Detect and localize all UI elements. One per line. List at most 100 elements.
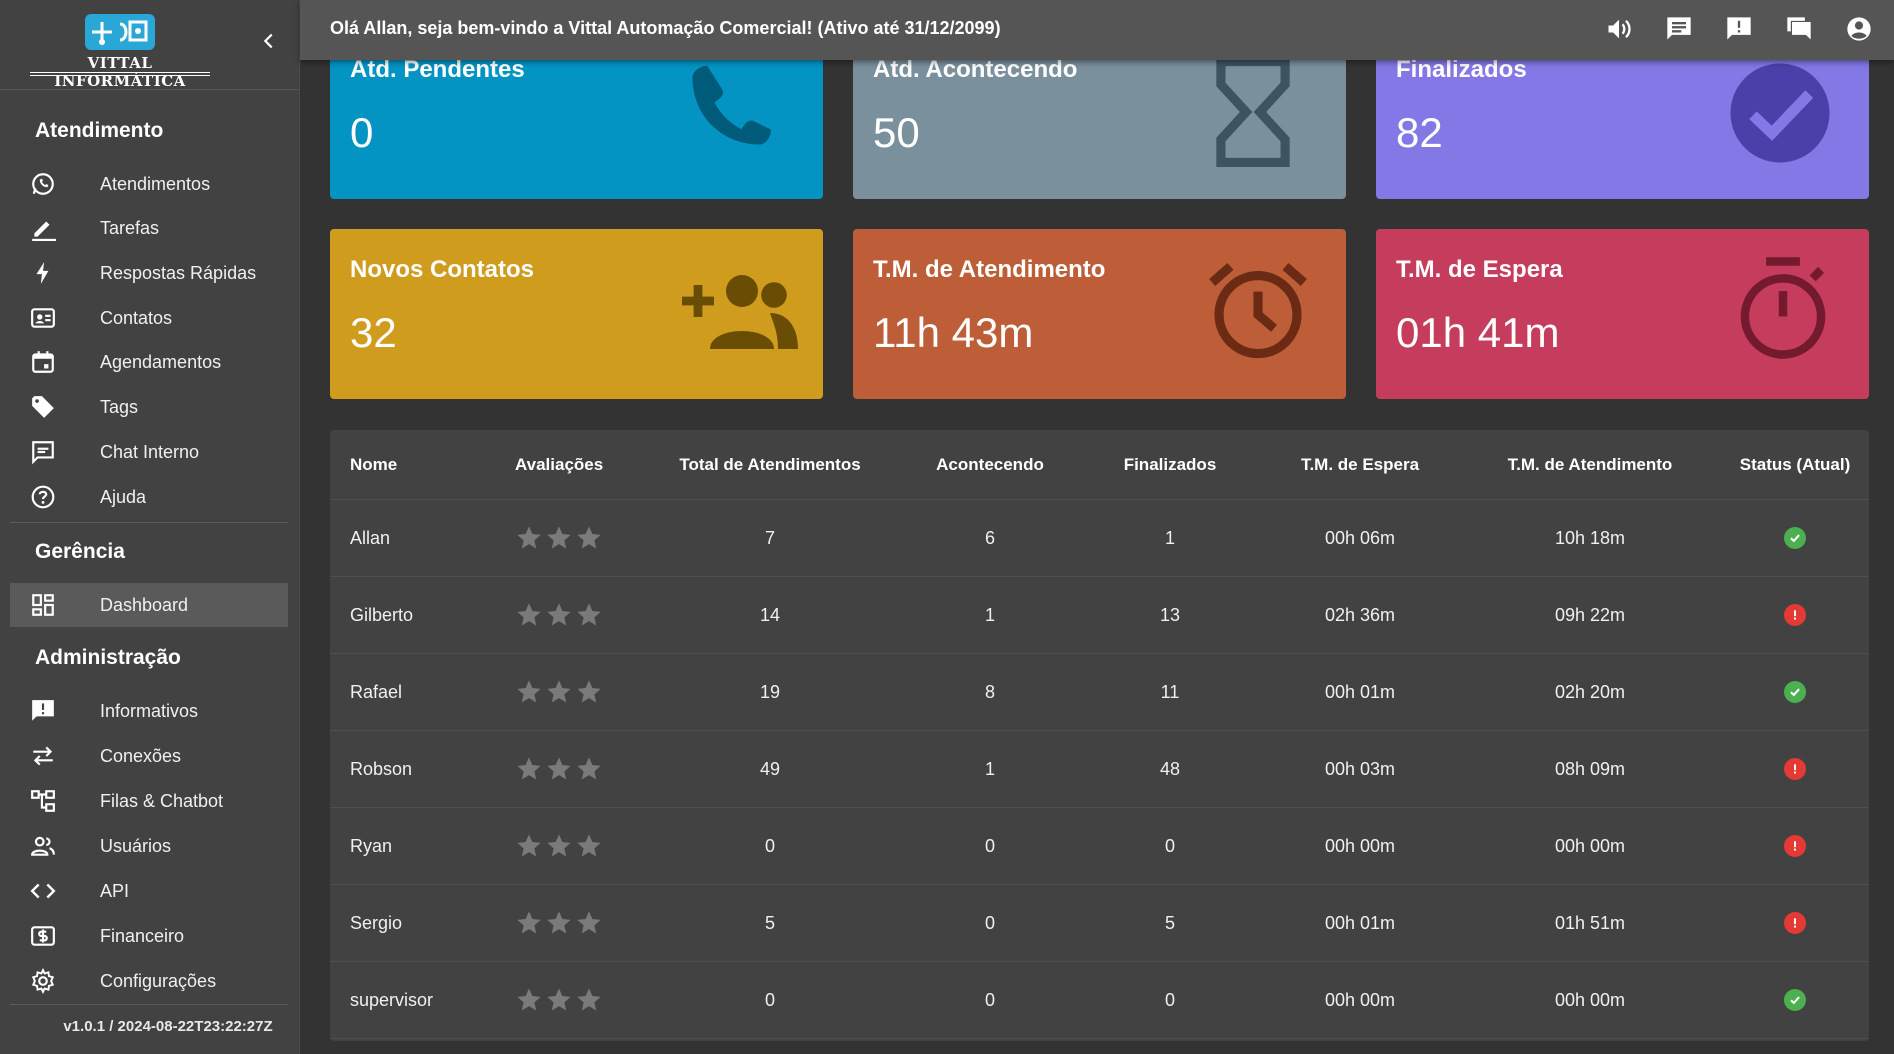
sidebar-item-usuarios[interactable]: Usuários [10, 824, 288, 868]
sidebar-item-label: Financeiro [100, 925, 185, 946]
sidebar: VITTAL INFORMÁTICA Atendimento Atendimen… [0, 0, 300, 1054]
cell-tm-espera: 02h 36m [1324, 604, 1396, 625]
header-nome[interactable]: Nome [350, 430, 500, 499]
card-title: T.M. de Atendimento [873, 256, 1106, 283]
star-icon [545, 524, 573, 552]
sidebar-item-api[interactable]: API [10, 869, 288, 913]
header-status[interactable]: Status (Atual) [1730, 430, 1860, 499]
cell-acontecendo: 1 [984, 604, 995, 625]
star-icon [545, 832, 573, 860]
cell-total: 7 [764, 527, 775, 548]
star-icon [575, 832, 603, 860]
table-row[interactable]: supervisor 0 0 0 00h 00m 00h 00m [330, 962, 1869, 1039]
status-online-icon [1784, 527, 1806, 549]
card-value: 82 [1396, 109, 1443, 156]
cell-tm-atendimento: 02h 20m [1554, 681, 1626, 702]
table-header: Nome Avaliações Total de Atendimentos Ac… [330, 430, 1869, 500]
cell-tm-atendimento: 00h 00m [1554, 989, 1626, 1010]
section-gerencia: Gerência [35, 540, 125, 563]
logo[interactable]: VITTAL INFORMÁTICA [30, 12, 210, 90]
table-row[interactable]: Sergio 5 0 5 00h 01m 01h 51m [330, 885, 1869, 962]
card-title: Atd. Acontecendo [873, 56, 1078, 83]
card-title: T.M. de Espera [1396, 256, 1563, 283]
dashboard-icon [30, 592, 56, 618]
table-row[interactable]: Ryan 0 0 0 00h 00m 00h 00m [330, 808, 1869, 885]
star-icon [575, 678, 603, 706]
header-total[interactable]: Total de Atendimentos [670, 430, 870, 499]
chat-icon [30, 439, 56, 465]
cell-finalizados: 11 [1160, 681, 1180, 702]
card-value: 0 [350, 109, 374, 156]
table-row[interactable]: Allan 7 6 1 00h 06m 10h 18m [330, 500, 1869, 577]
messages-button[interactable] [1664, 14, 1694, 44]
star-icon [545, 755, 573, 783]
cell-tm-espera: 00h 01m [1324, 912, 1396, 933]
sidebar-item-label: Filas & Chatbot [100, 790, 224, 811]
sidebar-item-dashboard[interactable]: Dashboard [10, 583, 288, 627]
star-icon [575, 986, 603, 1014]
cell-finalizados: 5 [1164, 912, 1175, 933]
collapse-sidebar-button[interactable] [256, 30, 282, 60]
cell-status [1730, 577, 1860, 653]
cell-avaliacoes [515, 962, 635, 1038]
sidebar-item-label: Respostas Rápidas [100, 262, 257, 283]
table-row[interactable]: Robson 49 1 48 00h 03m 08h 09m [330, 731, 1869, 808]
sidebar-item-financeiro[interactable]: Financeiro [10, 914, 288, 958]
bolt-icon [30, 260, 56, 286]
sidebar-item-tarefas[interactable]: Tarefas [10, 206, 288, 250]
sidebar-item-filas-chatbot[interactable]: Filas & Chatbot [10, 779, 288, 823]
header-tm-atendimento[interactable]: T.M. de Atendimento [1470, 430, 1710, 499]
top-bar: Olá Allan, seja bem-vindo a Vittal Autom… [300, 0, 1894, 60]
chevron-left-icon [263, 33, 273, 49]
sidebar-item-ajuda[interactable]: Ajuda [10, 475, 288, 519]
code-icon [30, 878, 56, 904]
alarm-icon [1209, 263, 1307, 359]
star-icon [515, 524, 543, 552]
cell-total: 0 [764, 989, 775, 1010]
cell-avaliacoes [515, 885, 635, 961]
sidebar-item-tags[interactable]: Tags [10, 385, 288, 429]
header-avaliacoes[interactable]: Avaliações [515, 430, 635, 499]
announcements-button[interactable] [1724, 14, 1754, 44]
cell-avaliacoes [515, 808, 635, 884]
volume-icon [1608, 19, 1631, 39]
header-tm-espera[interactable]: T.M. de Espera [1260, 430, 1460, 499]
volume-button[interactable] [1604, 14, 1634, 44]
table-row[interactable]: Rafael 19 8 11 00h 01m 02h 20m [330, 654, 1869, 731]
star-icon [515, 755, 543, 783]
card-value: 01h 41m [1396, 309, 1560, 356]
cell-nome: Robson [350, 758, 413, 779]
star-icon [575, 909, 603, 937]
phone-icon [692, 66, 771, 145]
sidebar-item-informativos[interactable]: Informativos [10, 689, 288, 733]
sidebar-item-conexoes[interactable]: Conexões [10, 734, 288, 778]
timer-icon [1740, 257, 1826, 359]
header-acontecendo[interactable]: Acontecendo [910, 430, 1070, 499]
rating-stars [515, 909, 605, 937]
star-icon [545, 601, 573, 629]
cell-status [1730, 885, 1860, 961]
sidebar-item-atendimentos[interactable]: Atendimentos [10, 162, 288, 206]
cell-acontecendo: 1 [984, 758, 995, 779]
sidebar-item-agendamentos[interactable]: Agendamentos [10, 340, 288, 384]
sidebar-item-label: Dashboard [100, 594, 189, 615]
header-finalizados[interactable]: Finalizados [1100, 430, 1240, 499]
section-administracao: Administração [35, 646, 181, 669]
cell-finalizados: 13 [1159, 604, 1181, 625]
sidebar-item-respostas-rapidas[interactable]: Respostas Rápidas [10, 251, 288, 295]
users-icon [30, 833, 56, 859]
flow-icon [30, 788, 56, 814]
cell-tm-espera: 00h 00m [1324, 989, 1396, 1010]
sidebar-item-chat-interno[interactable]: Chat Interno [10, 430, 288, 474]
sidebar-item-label: API [100, 880, 130, 901]
star-icon [575, 601, 603, 629]
cell-avaliacoes [515, 731, 635, 807]
swap-icon [30, 743, 56, 769]
sidebar-item-configuracoes[interactable]: Configurações [10, 959, 288, 1003]
cell-finalizados: 48 [1159, 758, 1181, 779]
account-button[interactable] [1844, 14, 1874, 44]
internal-chat-button[interactable] [1784, 14, 1814, 44]
table-row[interactable]: Gilberto 14 1 13 02h 36m 09h 22m [330, 577, 1869, 654]
sidebar-divider [10, 1004, 288, 1005]
sidebar-item-contatos[interactable]: Contatos [10, 296, 288, 340]
